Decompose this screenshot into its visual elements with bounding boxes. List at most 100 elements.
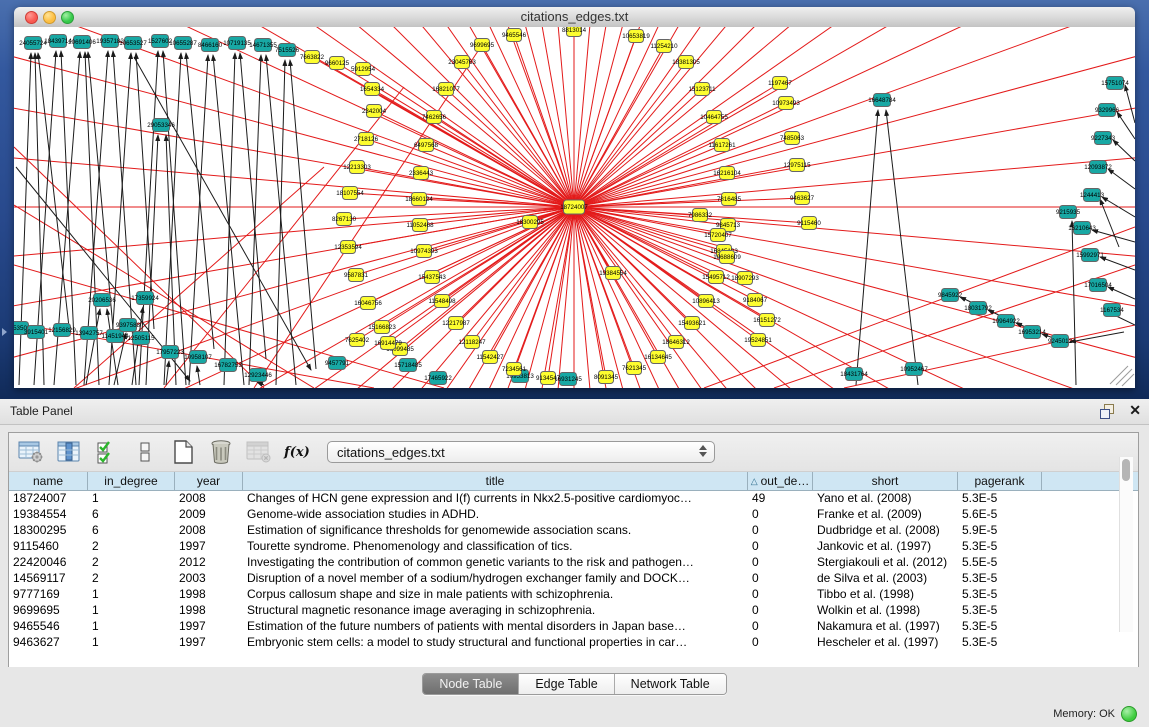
graph-node[interactable]: 7485063 (780, 132, 805, 145)
table-cell[interactable]: 0 (748, 539, 813, 555)
close-panel-icon[interactable]: ✕ (1129, 402, 1141, 419)
graph-node[interactable]: 18381305 (672, 56, 700, 69)
table-cell[interactable]: Wolkin et al. (1998) (813, 603, 958, 619)
table-cell[interactable]: 0 (748, 619, 813, 635)
function-builder-icon[interactable]: f(x) (283, 439, 311, 465)
table-cell[interactable]: 9465546 (9, 619, 88, 635)
graph-node[interactable]: 24055724 (19, 37, 47, 50)
graph-node[interactable]: 8267130 (332, 213, 357, 226)
column-header-title[interactable]: title (243, 472, 748, 490)
graph-node[interactable]: 12118247 (458, 336, 486, 349)
graph-node[interactable]: 15992971 (1076, 249, 1104, 262)
table-cell[interactable]: Tibbo et al. (1998) (813, 587, 958, 603)
graph-node[interactable]: 10719135 (223, 37, 251, 50)
tab-network-table[interactable]: Network Table (615, 674, 726, 694)
graph-node[interactable]: 10896413 (692, 295, 720, 308)
graph-node[interactable]: 7621345 (622, 362, 647, 375)
table-cell[interactable]: Structural magnetic resonance image aver… (243, 603, 748, 619)
row-height-icon[interactable] (131, 439, 159, 465)
graph-node[interactable]: 9245012 (1048, 335, 1073, 348)
table-cell[interactable]: 2008 (175, 491, 243, 507)
graph-node[interactable]: 11542427 (476, 351, 504, 364)
graph-node[interactable]: 12213303 (343, 161, 371, 174)
table-cell[interactable]: 1998 (175, 603, 243, 619)
graph-node[interactable]: 12923446 (244, 369, 272, 382)
table-cell[interactable]: Tourette syndrome. Phenomenology and cla… (243, 539, 748, 555)
table-cell[interactable]: Disruption of a novel member of a sodium… (243, 571, 748, 587)
select-columns-icon[interactable] (55, 439, 83, 465)
graph-node[interactable]: 20691406 (68, 36, 96, 49)
graph-node[interactable]: 8813014 (562, 27, 587, 37)
column-header-year[interactable]: year (175, 472, 243, 490)
graph-node[interactable]: 13942757 (75, 327, 103, 340)
table-cell[interactable]: Dudbridge et al. (2008) (813, 523, 958, 539)
graph-node[interactable]: 16648784 (868, 94, 896, 107)
table-cell[interactable]: 0 (748, 507, 813, 523)
table-cell[interactable]: 1997 (175, 539, 243, 555)
graph-node[interactable]: 10464755 (700, 111, 728, 124)
table-cell[interactable]: 1997 (175, 635, 243, 651)
column-header-pagerank[interactable]: pagerank (958, 472, 1042, 490)
graph-node[interactable]: 9845922 (938, 289, 963, 302)
graph-node[interactable]: 23045763 (448, 56, 476, 69)
table-cell[interactable]: 0 (748, 587, 813, 603)
table-cell[interactable]: 5.3E-5 (958, 571, 1042, 587)
graph-node[interactable]: 18431764 (840, 368, 868, 381)
table-cell[interactable]: 0 (748, 635, 813, 651)
graph-node[interactable]: 8466160 (198, 39, 223, 52)
table-vertical-scrollbar[interactable] (1119, 457, 1133, 632)
graph-node[interactable]: 9587831 (344, 269, 369, 282)
table-cell[interactable]: 2003 (175, 571, 243, 587)
table-cell[interactable]: 0 (748, 523, 813, 539)
graph-node[interactable]: 12156829 (48, 324, 76, 337)
graph-node[interactable]: 7986332 (688, 209, 713, 222)
table-cell[interactable]: 2 (88, 555, 175, 571)
table-cell[interactable]: 5.3E-5 (958, 635, 1042, 651)
graph-node[interactable]: 7515526 (275, 44, 300, 57)
table-cell[interactable]: 2 (88, 539, 175, 555)
table-cell[interactable]: 22420046 (9, 555, 88, 571)
table-cell[interactable]: 5.6E-5 (958, 507, 1042, 523)
graph-node[interactable]: 11052468 (406, 219, 434, 232)
resize-grip-icon[interactable] (1116, 369, 1132, 385)
network-window-titlebar[interactable]: citations_edges.txt (14, 7, 1135, 28)
table-cell[interactable]: 6 (88, 507, 175, 523)
graph-node[interactable]: 10952467 (900, 363, 928, 376)
graph-node[interactable]: 9215935 (1056, 206, 1081, 219)
column-header-short[interactable]: short (813, 472, 958, 490)
table-cell[interactable]: 5.5E-5 (958, 555, 1042, 571)
scrollbar-thumb[interactable] (1122, 459, 1130, 481)
table-cell[interactable]: 6 (88, 523, 175, 539)
table-cell[interactable]: Jankovic et al. (1997) (813, 539, 958, 555)
table-cell[interactable]: Yano et al. (2008) (813, 491, 958, 507)
graph-node[interactable]: 19524851 (744, 334, 772, 347)
table-cell[interactable]: 49 (748, 491, 813, 507)
table-header-row[interactable]: namein_degreeyeartitle△out_de…shortpager… (9, 472, 1138, 491)
graph-node[interactable]: 29053346 (147, 119, 175, 132)
table-cell[interactable]: 18300295 (9, 523, 88, 539)
table-cell[interactable]: 5.3E-5 (958, 491, 1042, 507)
graph-node[interactable]: 9397588 (116, 319, 141, 332)
table-cell[interactable]: Changes of HCN gene expression and I(f) … (243, 491, 748, 507)
table-cell[interactable]: 9115460 (9, 539, 88, 555)
new-file-icon[interactable] (169, 439, 197, 465)
table-cell[interactable]: 1 (88, 603, 175, 619)
graph-node[interactable]: 12217987 (442, 317, 470, 330)
float-panel-icon[interactable] (1100, 404, 1115, 418)
table-cell[interactable]: 9777169 (9, 587, 88, 603)
graph-node[interactable]: 10655287 (169, 37, 197, 50)
table-cell[interactable]: Genome-wide association studies in ADHD. (243, 507, 748, 523)
table-cell[interactable]: 1 (88, 587, 175, 603)
tab-node-table[interactable]: Node Table (423, 674, 519, 694)
graph-node[interactable]: 17359924 (131, 292, 159, 305)
table-cell[interactable]: 5.9E-5 (958, 523, 1042, 539)
table-cell[interactable]: 18724007 (9, 491, 88, 507)
graph-node[interactable]: 10974393 (410, 245, 438, 258)
table-cell[interactable]: 5.3E-5 (958, 619, 1042, 635)
table-cell[interactable]: 1997 (175, 619, 243, 635)
table-cell[interactable]: 0 (748, 603, 813, 619)
graph-node[interactable]: 9329966 (1095, 104, 1120, 117)
graph-node[interactable]: 9227343 (1091, 132, 1116, 145)
graph-node[interactable]: 10958107 (184, 351, 212, 364)
graph-node[interactable]: 15751074 (1101, 77, 1129, 90)
